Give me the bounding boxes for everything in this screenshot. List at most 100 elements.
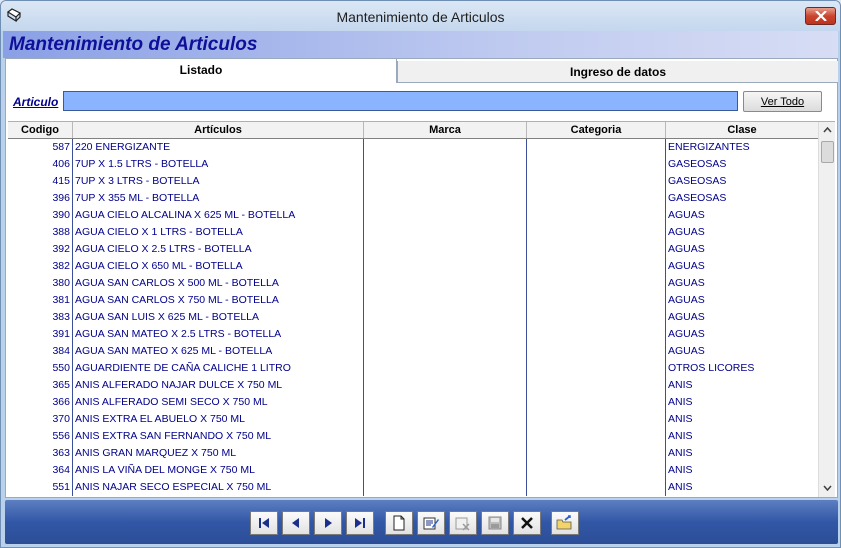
cell-articulo: 220 ENERGIZANTE (73, 139, 364, 156)
vertical-scrollbar[interactable] (818, 122, 835, 497)
table-row[interactable]: 391 AGUA SAN MATEO X 2.5 LTRS - BOTELLA AG… (8, 326, 818, 343)
cell-codigo: 366 (8, 394, 73, 411)
articles-grid: Codigo Artículos Marca Categoria Clase 5… (8, 121, 835, 497)
edit-button[interactable] (417, 511, 445, 535)
table-row[interactable]: 380 AGUA SAN CARLOS X 500 ML - BOTELLA AGU… (8, 275, 818, 292)
cell-categoria (527, 360, 666, 377)
header-band: Mantenimiento de Articulos (3, 31, 838, 58)
cell-marca (364, 275, 527, 292)
table-row[interactable]: 365 ANIS ALFERADO NAJAR DULCE X 750 ML ANI… (8, 377, 818, 394)
cell-marca (364, 479, 527, 496)
cell-codigo: 380 (8, 275, 73, 292)
table-row[interactable]: 370 ANIS EXTRA EL ABUELO X 750 ML ANIS (8, 411, 818, 428)
column-header-codigo[interactable]: Codigo (8, 122, 73, 138)
cell-categoria (527, 479, 666, 496)
last-record-button[interactable] (346, 511, 374, 535)
cell-categoria (527, 445, 666, 462)
cell-articulo: AGUA CIELO X 650 ML - BOTELLA (73, 258, 364, 275)
table-row[interactable]: 415 7UP X 3 LTRS - BOTELLA GASEOSAS (8, 173, 818, 190)
table-row[interactable]: 383 AGUA SAN LUIS X 625 ML - BOTELLA AGUAS (8, 309, 818, 326)
column-header-marca[interactable]: Marca (364, 122, 527, 138)
cell-articulo: AGUA SAN CARLOS X 500 ML - BOTELLA (73, 275, 364, 292)
cell-codigo: 415 (8, 173, 73, 190)
cell-categoria (527, 343, 666, 360)
table-row[interactable]: 551 ANIS NAJAR SECO ESPECIAL X 750 ML ANIS (8, 479, 818, 496)
cell-marca (364, 326, 527, 343)
cell-categoria (527, 394, 666, 411)
table-row[interactable]: 556 ANIS EXTRA SAN FERNANDO X 750 ML ANIS (8, 428, 818, 445)
table-row[interactable]: 381 AGUA SAN CARLOS X 750 ML - BOTELLA AGU… (8, 292, 818, 309)
cell-marca (364, 428, 527, 445)
table-row[interactable]: 390 AGUA CIELO ALCALINA X 625 ML - BOTELL… (8, 207, 818, 224)
cell-codigo: 370 (8, 411, 73, 428)
previous-record-icon (292, 518, 299, 528)
last-record-icon (355, 518, 365, 528)
table-row[interactable]: 382 AGUA CIELO X 650 ML - BOTELLA AGUAS (8, 258, 818, 275)
cell-codigo: 390 (8, 207, 73, 224)
table-row[interactable]: 364 ANIS LA VIÑA DEL MONGE X 750 ML ANIS (8, 462, 818, 479)
table-row[interactable]: 396 7UP X 355 ML - BOTELLA GASEOSAS (8, 190, 818, 207)
first-record-button[interactable] (250, 511, 278, 535)
scroll-down-icon[interactable] (819, 480, 836, 497)
cell-categoria (527, 190, 666, 207)
ver-todo-button[interactable]: Ver Todo (743, 91, 822, 112)
cell-clase: ANIS (668, 430, 693, 442)
cell-categoria (527, 275, 666, 292)
edit-icon (423, 517, 439, 530)
cell-articulo: AGUA CIELO X 2.5 LTRS - BOTELLA (73, 241, 364, 258)
cell-marca (364, 377, 527, 394)
scroll-up-icon[interactable] (819, 122, 836, 139)
column-header-clase[interactable]: Clase (666, 122, 818, 138)
cell-marca (364, 241, 527, 258)
cell-clase: AGUAS (668, 345, 705, 357)
table-row[interactable]: 587 220 ENERGIZANTE ENERGIZANTES (8, 139, 818, 156)
close-button[interactable] (805, 7, 836, 25)
cell-codigo: 551 (8, 479, 73, 496)
title-bar[interactable]: Mantenimiento de Articulos (1, 1, 840, 31)
cell-marca (364, 394, 527, 411)
cell-clase: ANIS (668, 464, 693, 476)
cell-categoria (527, 326, 666, 343)
next-record-button[interactable] (314, 511, 342, 535)
cell-marca (364, 258, 527, 275)
cell-clase: ENERGIZANTES (668, 141, 750, 153)
column-header-categoria[interactable]: Categoria (527, 122, 666, 138)
cell-marca (364, 156, 527, 173)
close-icon (814, 11, 827, 21)
new-button[interactable] (385, 511, 413, 535)
table-row[interactable]: 406 7UP X 1.5 LTRS - BOTELLA GASEOSAS (8, 156, 818, 173)
undo-button[interactable] (449, 511, 477, 535)
table-row[interactable]: 392 AGUA CIELO X 2.5 LTRS - BOTELLA AGUAS (8, 241, 818, 258)
tab-ingreso-de-datos[interactable]: Ingreso de datos (397, 61, 838, 83)
cell-articulo: AGUA SAN MATEO X 625 ML - BOTELLA (73, 343, 364, 360)
cell-clase: GASEOSAS (668, 175, 727, 187)
table-row[interactable]: 366 ANIS ALFERADO SEMI SECO X 750 ML ANIS (8, 394, 818, 411)
cell-marca (364, 462, 527, 479)
content-panel: Listado Ingreso de datos Articulo Ver To… (5, 58, 838, 498)
cell-categoria (527, 207, 666, 224)
table-row[interactable]: 363 ANIS GRAN MARQUEZ X 750 ML ANIS (8, 445, 818, 462)
first-record-icon (259, 518, 269, 528)
cell-articulo: AGUA CIELO ALCALINA X 625 ML - BOTELLA (73, 207, 364, 224)
save-button[interactable] (481, 511, 509, 535)
cell-articulo: ANIS NAJAR SECO ESPECIAL X 750 ML (73, 479, 364, 496)
cell-articulo: AGUA SAN LUIS X 625 ML - BOTELLA (73, 309, 364, 326)
search-input[interactable] (63, 91, 738, 111)
cell-articulo: ANIS GRAN MARQUEZ X 750 ML (73, 445, 364, 462)
previous-record-button[interactable] (282, 511, 310, 535)
scrollbar-thumb[interactable] (821, 141, 834, 163)
column-header-articulos[interactable]: Artículos (73, 122, 364, 138)
table-row[interactable]: 550 AGUARDIENTE DE CAÑA CALICHE 1 LITRO OT… (8, 360, 818, 377)
tab-listado[interactable]: Listado (6, 59, 397, 83)
cell-codigo: 364 (8, 462, 73, 479)
table-row[interactable]: 388 AGUA CIELO X 1 LTRS - BOTELLA AGUAS (8, 224, 818, 241)
cell-categoria (527, 173, 666, 190)
table-row[interactable]: 384 AGUA SAN MATEO X 625 ML - BOTELLA AGUA… (8, 343, 818, 360)
cell-codigo: 392 (8, 241, 73, 258)
cell-categoria (527, 292, 666, 309)
search-label: Articulo (13, 95, 59, 109)
cell-marca (364, 343, 527, 360)
exit-button[interactable] (551, 511, 579, 535)
delete-button[interactable] (513, 511, 541, 535)
cell-codigo: 363 (8, 445, 73, 462)
